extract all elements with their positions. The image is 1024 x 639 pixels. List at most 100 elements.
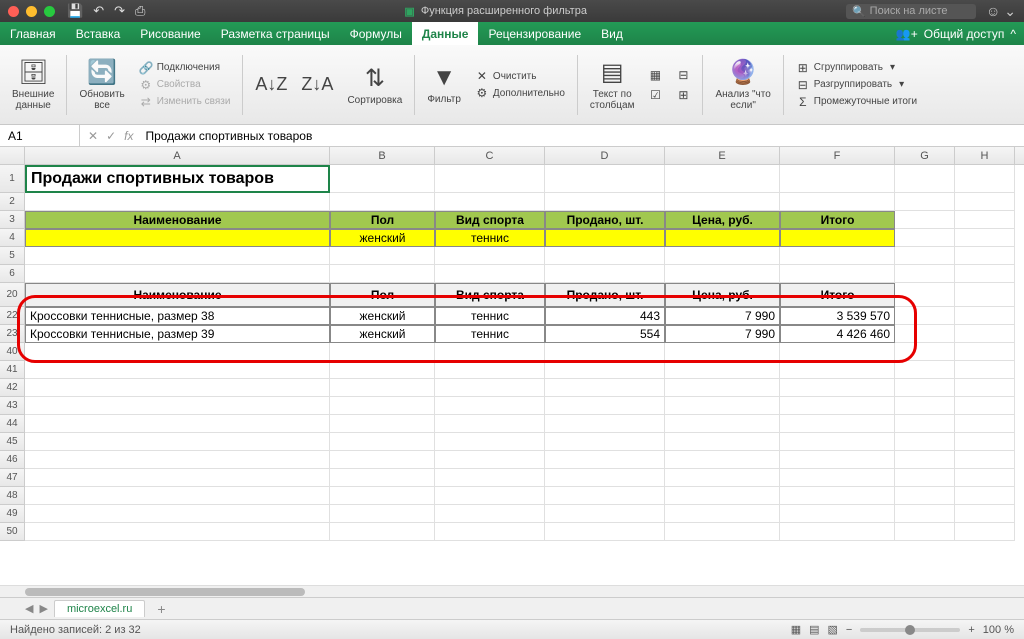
connections-button[interactable]: 🔗Подключения bbox=[139, 61, 220, 75]
data-tool-2[interactable]: ☑ bbox=[648, 88, 662, 102]
row-header[interactable]: 23 bbox=[0, 325, 25, 343]
view-layout-icon[interactable]: ▤ bbox=[809, 623, 819, 636]
cell-area[interactable]: Продажи спортивных товаров Наименование … bbox=[25, 165, 1024, 541]
data-tool-3[interactable]: ⊟ bbox=[676, 68, 690, 82]
row-header[interactable]: 40 bbox=[0, 343, 25, 361]
row-headers: 1 2 3 4 5 6 20 22 23 40 41 42 43 44 45 4… bbox=[0, 165, 25, 541]
subtotal-button[interactable]: ΣПромежуточные итоги bbox=[796, 95, 917, 109]
data-tool-1[interactable]: ▦ bbox=[648, 68, 662, 82]
close-button[interactable] bbox=[8, 6, 19, 17]
row-header[interactable]: 43 bbox=[0, 397, 25, 415]
horizontal-scrollbar[interactable] bbox=[0, 585, 1024, 597]
zoom-level[interactable]: 100 % bbox=[983, 624, 1014, 636]
zoom-in-button[interactable]: + bbox=[968, 624, 974, 636]
cell: теннис bbox=[435, 229, 545, 247]
tab-draw[interactable]: Рисование bbox=[130, 22, 210, 45]
row-header[interactable]: 3 bbox=[0, 211, 25, 229]
row-header[interactable]: 22 bbox=[0, 307, 25, 325]
save-icon[interactable]: 💾 bbox=[67, 3, 83, 19]
filter-icon: ▼ bbox=[432, 64, 456, 92]
col-header[interactable]: A bbox=[25, 147, 330, 164]
tab-formulas[interactable]: Формулы bbox=[340, 22, 412, 45]
row-header[interactable]: 4 bbox=[0, 229, 25, 247]
refresh-button[interactable]: 🔄 Обновить все bbox=[75, 50, 128, 120]
row-header[interactable]: 42 bbox=[0, 379, 25, 397]
advanced-filter-button[interactable]: ⚙Дополнительно bbox=[475, 86, 565, 100]
sheet-nav-last-icon[interactable]: ▶ bbox=[39, 602, 47, 615]
row-header[interactable]: 20 bbox=[0, 283, 25, 307]
chevron-down-icon[interactable]: ⌄ bbox=[1004, 3, 1016, 20]
row-header[interactable]: 5 bbox=[0, 247, 25, 265]
col-header[interactable]: F bbox=[780, 147, 895, 164]
view-break-icon[interactable]: ▧ bbox=[828, 623, 838, 636]
col-header[interactable]: C bbox=[435, 147, 545, 164]
tab-insert[interactable]: Вставка bbox=[66, 22, 131, 45]
add-sheet-button[interactable]: + bbox=[151, 601, 171, 617]
view-normal-icon[interactable]: ▦ bbox=[791, 623, 801, 636]
undo-icon[interactable]: ↶ bbox=[93, 3, 104, 19]
share-button[interactable]: Общий доступ bbox=[924, 27, 1005, 41]
cell: 7 990 bbox=[665, 307, 780, 325]
text-to-columns-button[interactable]: ▤ Текст по столбцам bbox=[586, 50, 639, 120]
external-data-button[interactable]: 🗄 Внешние данные bbox=[8, 50, 58, 120]
zoom-slider[interactable] bbox=[860, 628, 960, 632]
scrollbar-thumb[interactable] bbox=[25, 588, 305, 596]
redo-icon[interactable]: ↷ bbox=[114, 3, 125, 19]
col-header[interactable]: B bbox=[330, 147, 435, 164]
formula-input[interactable]: Продажи спортивных товаров bbox=[141, 129, 312, 143]
group-button[interactable]: ⊞Сгруппировать▾ bbox=[796, 61, 895, 75]
cell-title[interactable]: Продажи спортивных товаров bbox=[25, 165, 330, 193]
properties-button[interactable]: ⚙Свойства bbox=[139, 78, 201, 92]
zoom-out-button[interactable]: − bbox=[846, 624, 852, 636]
tab-page-layout[interactable]: Разметка страницы bbox=[211, 22, 340, 45]
whatif-button[interactable]: 🔮 Анализ "что если" bbox=[711, 50, 774, 120]
row-header[interactable]: 47 bbox=[0, 469, 25, 487]
cancel-formula-icon[interactable]: ✕ bbox=[88, 129, 98, 143]
cell: 7 990 bbox=[665, 325, 780, 343]
sort-asc-icon: A↓Z bbox=[255, 74, 287, 95]
data-tool-4[interactable]: ⊞ bbox=[676, 88, 690, 102]
name-box[interactable]: A1 bbox=[0, 125, 80, 146]
cell: Продано, шт. bbox=[545, 211, 665, 229]
edit-links-button[interactable]: ⇄Изменить связи bbox=[139, 95, 231, 109]
tab-data[interactable]: Данные bbox=[412, 22, 479, 45]
filter-button[interactable]: ▼ Фильтр bbox=[423, 50, 465, 120]
row-header[interactable]: 1 bbox=[0, 165, 25, 193]
fx-icon[interactable]: fx bbox=[124, 129, 133, 143]
col-header[interactable]: G bbox=[895, 147, 955, 164]
row-header[interactable]: 50 bbox=[0, 523, 25, 541]
ungroup-button[interactable]: ⊟Разгруппировать▾ bbox=[796, 78, 904, 92]
clear-filter-button[interactable]: ✕Очистить bbox=[475, 69, 537, 83]
tab-home[interactable]: Главная bbox=[0, 22, 66, 45]
maximize-button[interactable] bbox=[44, 6, 55, 17]
sheet-nav-first-icon[interactable]: ◀ bbox=[25, 602, 33, 615]
row-header[interactable]: 45 bbox=[0, 433, 25, 451]
row-header[interactable]: 49 bbox=[0, 505, 25, 523]
row-header[interactable]: 6 bbox=[0, 265, 25, 283]
row-header[interactable]: 2 bbox=[0, 193, 25, 211]
tab-review[interactable]: Рецензирование bbox=[478, 22, 591, 45]
sheet-tab[interactable]: microexcel.ru bbox=[54, 600, 145, 617]
sort-button[interactable]: ⇅ Сортировка bbox=[343, 50, 406, 120]
row-header[interactable]: 41 bbox=[0, 361, 25, 379]
sort-za-button[interactable]: Z↓A bbox=[297, 50, 337, 120]
col-header[interactable]: H bbox=[955, 147, 1015, 164]
row-header[interactable]: 48 bbox=[0, 487, 25, 505]
sort-az-button[interactable]: A↓Z bbox=[251, 50, 291, 120]
help-icon[interactable]: ☺ bbox=[986, 3, 1000, 19]
col-header[interactable]: D bbox=[545, 147, 665, 164]
spreadsheet-grid[interactable]: A B C D E F G H 1 2 3 4 5 6 20 22 23 40 … bbox=[0, 147, 1024, 597]
accept-formula-icon[interactable]: ✓ bbox=[106, 129, 116, 143]
minimize-button[interactable] bbox=[26, 6, 37, 17]
formula-bar: A1 ✕ ✓ fx Продажи спортивных товаров bbox=[0, 125, 1024, 147]
row-header[interactable]: 44 bbox=[0, 415, 25, 433]
col-header[interactable]: E bbox=[665, 147, 780, 164]
select-all-corner[interactable] bbox=[0, 147, 25, 164]
search-input[interactable]: 🔍 Поиск на листе bbox=[846, 4, 976, 19]
tab-view[interactable]: Вид bbox=[591, 22, 633, 45]
collapse-ribbon-icon[interactable]: ^ bbox=[1010, 27, 1016, 41]
print-icon[interactable]: ⎙ bbox=[135, 3, 145, 19]
cell: 554 bbox=[545, 325, 665, 343]
row-header[interactable]: 46 bbox=[0, 451, 25, 469]
cell: Цена, руб. bbox=[665, 211, 780, 229]
